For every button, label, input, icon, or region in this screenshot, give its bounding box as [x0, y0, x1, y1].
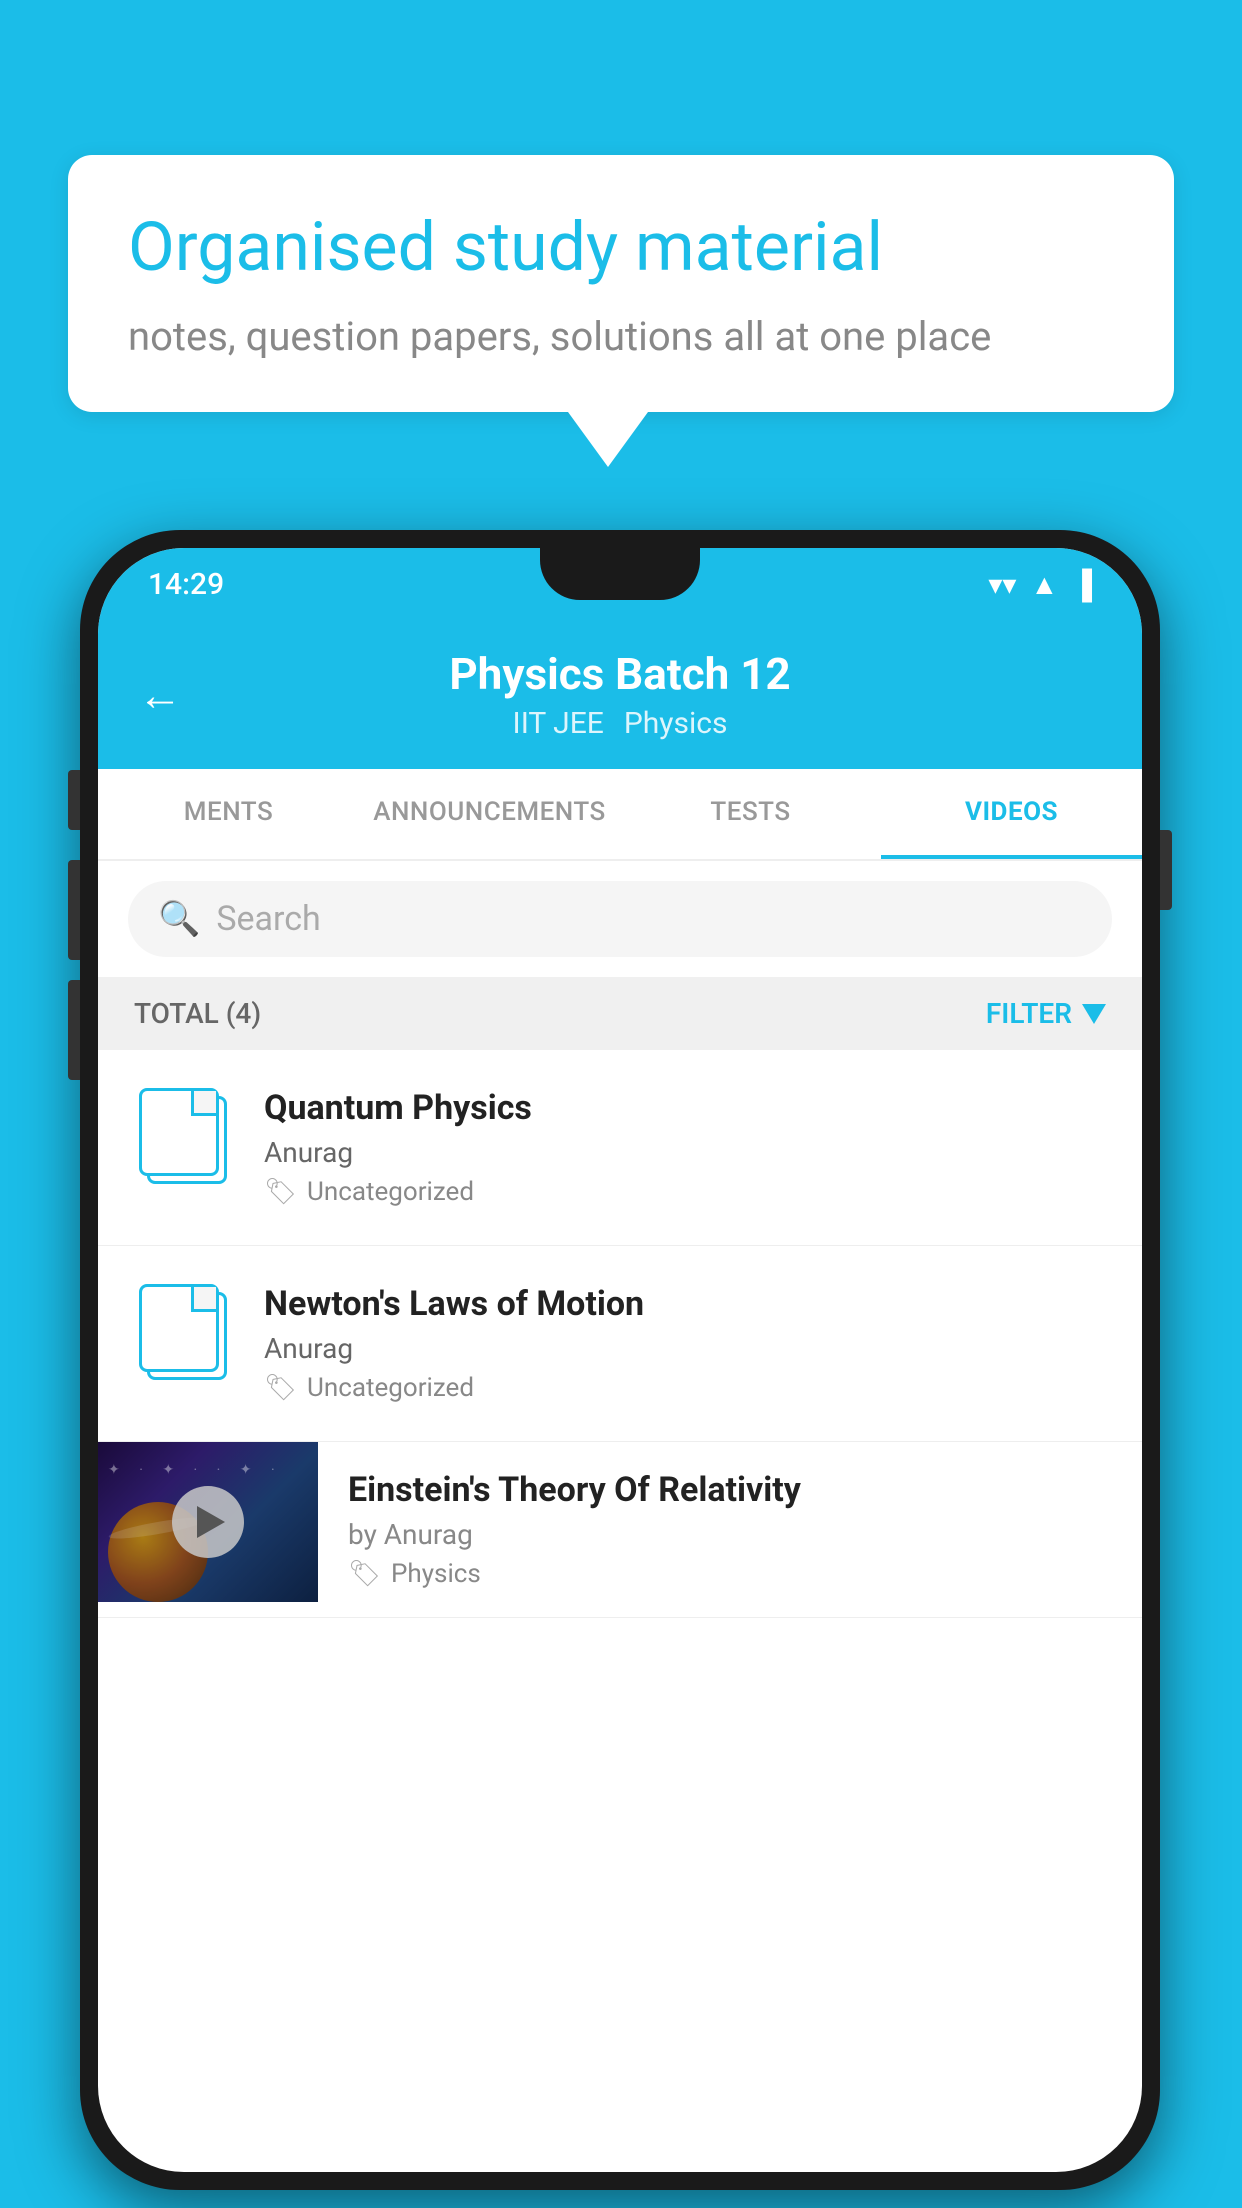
search-bar[interactable]: 🔍 Search [128, 881, 1112, 957]
video-info-2: Newton's Laws of Motion Anurag 🏷 Uncateg… [264, 1284, 1106, 1403]
video-title-1: Quantum Physics [264, 1088, 1106, 1128]
wifi-icon: ▾▾ [988, 568, 1016, 601]
video-author-2: Anurag [264, 1332, 1106, 1365]
tag-icon-3: 🏷 [348, 1559, 381, 1589]
tabs-bar: MENTS ANNOUNCEMENTS TESTS VIDEOS [98, 769, 1142, 861]
total-count-label: TOTAL (4) [134, 997, 261, 1030]
search-container: 🔍 Search [98, 861, 1142, 977]
video-thumbnail-img-3 [98, 1442, 318, 1602]
video-info-3: Einstein's Theory Of Relativity by Anura… [318, 1442, 1142, 1617]
status-time: 14:29 [148, 567, 224, 602]
tag-icon-1: 🏷 [264, 1177, 297, 1207]
video-list: Quantum Physics Anurag 🏷 Uncategorized [98, 1050, 1142, 1618]
search-icon: 🔍 [158, 899, 200, 939]
list-item[interactable]: Quantum Physics Anurag 🏷 Uncategorized [98, 1050, 1142, 1246]
signal-icon: ▲ [1030, 568, 1058, 601]
tab-videos[interactable]: VIDEOS [881, 769, 1142, 859]
phone-outer: 14:29 ▾▾ ▲ ▐ ← Physics Batch 12 IIT JEE … [80, 530, 1160, 2190]
file-icon-2 [139, 1284, 229, 1384]
video-author-1: Anurag [264, 1136, 1106, 1169]
back-button[interactable]: ← [138, 669, 182, 721]
video-title-3: Einstein's Theory Of Relativity [348, 1470, 1112, 1510]
phone-screen: 14:29 ▾▾ ▲ ▐ ← Physics Batch 12 IIT JEE … [98, 548, 1142, 2172]
battery-icon: ▐ [1072, 568, 1092, 601]
header-tag-physics: Physics [624, 706, 728, 741]
play-icon [197, 1506, 225, 1538]
notch [540, 548, 700, 600]
filter-icon [1082, 1004, 1106, 1024]
header-subtitle: IIT JEE Physics [513, 706, 728, 741]
list-item[interactable]: Newton's Laws of Motion Anurag 🏷 Uncateg… [98, 1246, 1142, 1442]
filter-row: TOTAL (4) FILTER [98, 977, 1142, 1050]
video-tag-3: 🏷 Physics [348, 1559, 1112, 1589]
header-title: Physics Batch 12 [449, 648, 790, 700]
file-icon-front [139, 1284, 219, 1372]
phone-volume-down-button [68, 980, 80, 1080]
phone-volume-up-button [68, 860, 80, 960]
search-placeholder: Search [216, 899, 320, 939]
video-tag-2: 🏷 Uncategorized [264, 1373, 1106, 1403]
phone-wrapper: 14:29 ▾▾ ▲ ▐ ← Physics Batch 12 IIT JEE … [80, 530, 1160, 2190]
video-thumb-1 [134, 1088, 234, 1188]
file-icon-front [139, 1088, 219, 1176]
speech-bubble-subtitle: notes, question papers, solutions all at… [128, 313, 1114, 360]
play-button[interactable] [172, 1486, 244, 1558]
speech-bubble: Organised study material notes, question… [68, 155, 1174, 412]
speech-bubble-title: Organised study material [128, 207, 1114, 289]
status-icons: ▾▾ ▲ ▐ [988, 568, 1092, 601]
filter-button[interactable]: FILTER [986, 997, 1106, 1030]
list-item[interactable]: Einstein's Theory Of Relativity by Anura… [98, 1442, 1142, 1618]
phone-power-button [1160, 830, 1172, 910]
tag-icon-2: 🏷 [264, 1373, 297, 1403]
speech-bubble-container: Organised study material notes, question… [68, 155, 1174, 467]
video-author-3: by Anurag [348, 1518, 1112, 1551]
status-bar: 14:29 ▾▾ ▲ ▐ [98, 548, 1142, 620]
file-icon-1 [139, 1088, 229, 1188]
tab-tests[interactable]: TESTS [620, 769, 881, 859]
speech-bubble-arrow [568, 412, 648, 467]
video-title-2: Newton's Laws of Motion [264, 1284, 1106, 1324]
header-tag-iitjee: IIT JEE [513, 706, 604, 741]
video-info-1: Quantum Physics Anurag 🏷 Uncategorized [264, 1088, 1106, 1207]
video-tag-1: 🏷 Uncategorized [264, 1177, 1106, 1207]
phone-side-button-1 [68, 770, 80, 830]
app-header: ← Physics Batch 12 IIT JEE Physics [98, 620, 1142, 769]
tab-ments[interactable]: MENTS [98, 769, 359, 859]
tab-announcements[interactable]: ANNOUNCEMENTS [359, 769, 620, 859]
video-thumb-2 [134, 1284, 234, 1384]
